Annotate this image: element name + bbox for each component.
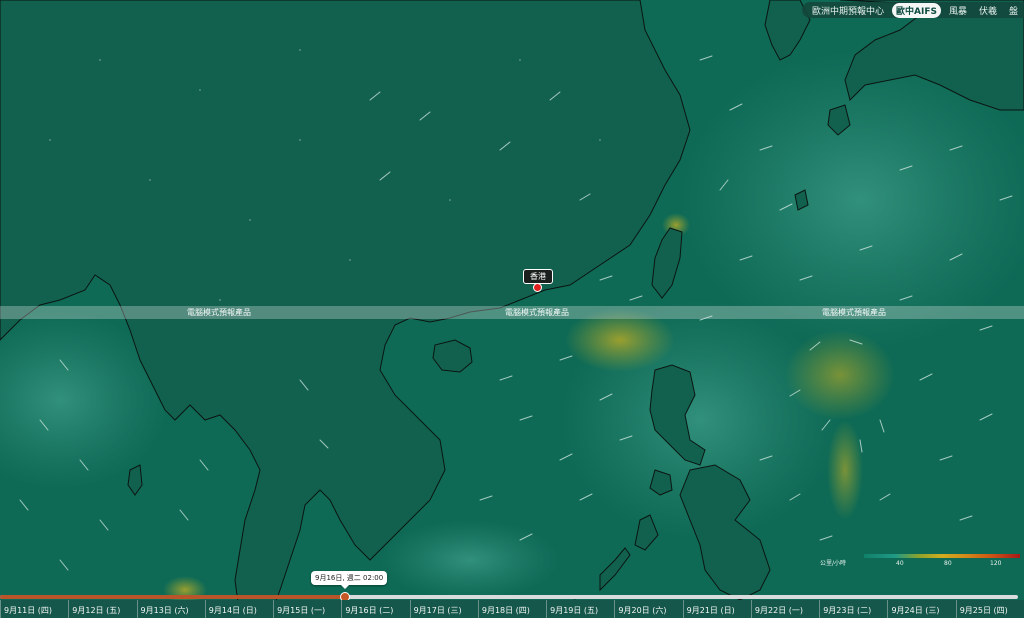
timeline-day[interactable]: 9月12日 (五) (68, 600, 136, 618)
model-product-label: 電腦模式預報產品 (822, 308, 886, 317)
timeline-day[interactable]: 9月15日 (一) (273, 600, 341, 618)
model-tabs: 歐洲中期預報中心 歐中AIFS 風暴 伏羲 盤 (801, 2, 1024, 18)
tab-pangu[interactable]: 盤 (1005, 3, 1022, 18)
timeline-day[interactable]: 9月24日 (三) (887, 600, 955, 618)
tab-fuxi[interactable]: 伏羲 (975, 3, 1001, 18)
tab-aifs[interactable]: 歐中AIFS (892, 2, 941, 18)
timeline-day[interactable]: 9月11日 (四) (0, 600, 68, 618)
timeline-day[interactable]: 9月16日 (二) (341, 600, 409, 618)
legend-tick: 120 (990, 560, 1002, 567)
timeline-day[interactable]: 9月20日 (六) (614, 600, 682, 618)
timeline-day[interactable]: 9月22日 (一) (750, 600, 819, 618)
tab-ecmwf[interactable]: 歐洲中期預報中心 (808, 3, 888, 18)
wind-speed-legend: 公里/小時 40 80 120 (820, 552, 1020, 570)
timeline-day[interactable]: 9月13日 (六) (136, 600, 205, 618)
model-product-label: 電腦模式預報產品 (505, 308, 569, 317)
timeline-day[interactable]: 9月23日 (二) (819, 600, 887, 618)
legend-color-bar (864, 554, 1020, 558)
timeline-day[interactable]: 9月25日 (四) (955, 600, 1024, 618)
timeline-day[interactable]: 9月14日 (日) (204, 600, 273, 618)
model-product-band: 電腦模式預報產品 電腦模式預報產品 電腦模式預報產品 (0, 306, 1024, 319)
timeline-progress (0, 595, 345, 599)
location-label: 香港 (523, 269, 553, 284)
model-product-label: 電腦模式預報產品 (187, 308, 251, 317)
timeline-days: 9月11日 (四) 9月12日 (五) 9月13日 (六) 9月14日 (日) 9月15… (0, 600, 1024, 618)
timeline-day[interactable]: 9月17日 (三) (409, 600, 478, 618)
legend-tick: 80 (944, 560, 952, 567)
legend-tick: 40 (896, 560, 904, 567)
time-tooltip: 9月16日, 週二 02:00 (311, 571, 388, 589)
timeline-day[interactable]: 9月21日 (日) (682, 600, 751, 618)
timeline-day[interactable]: 9月18日 (四) (477, 600, 546, 618)
location-marker[interactable] (533, 283, 542, 292)
legend-unit: 公里/小時 (820, 560, 847, 567)
timeline-track[interactable] (0, 592, 1018, 602)
tab-storm[interactable]: 風暴 (945, 3, 971, 18)
timeline-day[interactable]: 9月19日 (五) (546, 600, 614, 618)
